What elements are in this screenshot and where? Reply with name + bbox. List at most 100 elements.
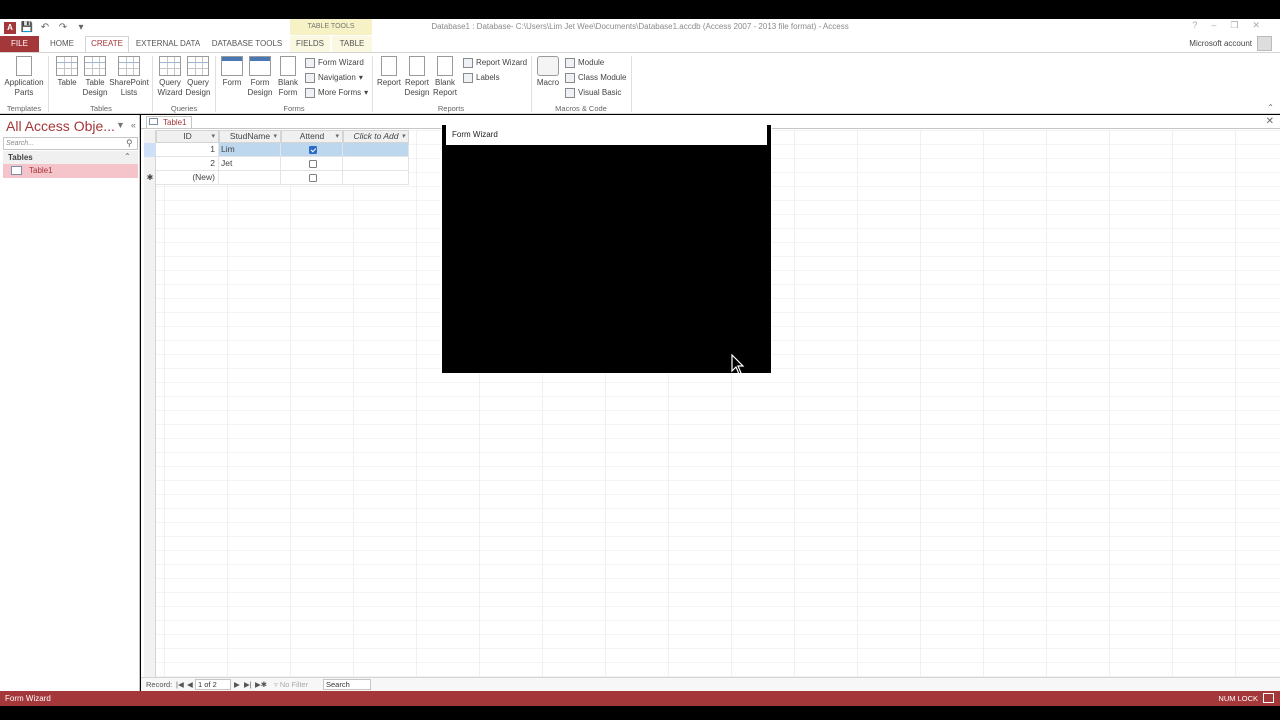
chevron-down-icon[interactable]: ▾ [335, 131, 339, 142]
record-selector[interactable] [144, 143, 156, 157]
column-header-click-to-add[interactable]: Click to Add ▾ [343, 130, 409, 143]
cell-new-id[interactable]: (New) [156, 171, 219, 185]
save-icon[interactable]: 💾 [20, 22, 34, 33]
class-module-button[interactable]: Class Module [565, 71, 626, 84]
nav-menu-icon[interactable]: ▼ [116, 120, 125, 130]
form-wizard-button[interactable]: Form Wizard [305, 56, 364, 69]
cell-studname[interactable]: Lim [219, 143, 281, 157]
form-design-icon [249, 56, 271, 76]
tab-database-tools[interactable]: DATABASE TOOLS [208, 36, 286, 52]
more-forms-button[interactable]: More Forms ▾ [305, 86, 368, 99]
customize-qat-icon[interactable]: ▾ [74, 22, 88, 33]
collapse-ribbon-icon[interactable]: ⌃ [1267, 103, 1274, 112]
labels-icon [463, 72, 473, 83]
cell-studname[interactable] [219, 171, 281, 185]
form-wizard-dialog[interactable] [441, 124, 772, 374]
report-design-button[interactable]: Report Design [403, 56, 431, 98]
new-record-icon[interactable]: ▶✱ [255, 680, 267, 689]
blank-report-button[interactable]: Blank Report [432, 56, 458, 98]
query-wizard-icon [159, 56, 181, 76]
chevron-down-icon[interactable]: ▾ [273, 131, 277, 142]
report-wizard-button[interactable]: Report Wizard [463, 56, 527, 69]
access-logo-icon: A [4, 21, 16, 34]
tab-create[interactable]: CREATE [85, 36, 129, 52]
record-search-input[interactable]: Search [323, 679, 371, 690]
group-separator [215, 56, 216, 112]
nav-group-tables[interactable]: Tables [3, 151, 138, 164]
column-header-id[interactable]: ID ▾ [156, 130, 219, 143]
help-button[interactable]: ? [1192, 20, 1197, 31]
query-design-button[interactable]: Query Design [185, 56, 211, 98]
cell-id[interactable]: 1 [156, 143, 219, 157]
cell-attend[interactable] [281, 171, 343, 185]
nav-pane-controls: ▼ « [116, 120, 136, 130]
avatar[interactable] [1257, 36, 1272, 51]
form-button[interactable]: Form [220, 56, 244, 88]
form-design-button[interactable]: Form Design [247, 56, 273, 98]
tab-fields[interactable]: FIELDS [290, 36, 330, 52]
restore-button[interactable]: ❐ [1230, 20, 1238, 31]
search-icon[interactable]: ⚲ [126, 138, 133, 149]
nav-item-table1[interactable]: Table1 [3, 164, 138, 178]
first-record-icon[interactable]: |◀ [176, 680, 184, 689]
blank-report-label: Blank Report [432, 78, 457, 97]
cell-empty[interactable] [343, 171, 409, 185]
cell-empty[interactable] [343, 157, 409, 171]
attend-checkbox[interactable] [309, 174, 317, 182]
form-wizard-label: Form Wizard [318, 58, 364, 67]
quick-access-toolbar: A 💾 ↶ ↷ ▾ [4, 19, 88, 36]
table-button[interactable]: Table [54, 56, 80, 88]
minimize-button[interactable]: – [1211, 20, 1216, 31]
cell-id[interactable]: 2 [156, 157, 219, 171]
undo-icon[interactable]: ↶ [38, 22, 52, 33]
module-button[interactable]: Module [565, 56, 604, 69]
tab-file[interactable]: FILE [0, 36, 39, 52]
shutter-bar-icon[interactable]: « [131, 120, 136, 130]
datasheet-view-icon[interactable] [1263, 693, 1274, 703]
attend-checkbox[interactable] [309, 146, 317, 154]
close-document-icon[interactable]: ✕ [1266, 116, 1274, 127]
application-parts-button[interactable]: Application Parts [4, 56, 44, 98]
chevron-down-icon[interactable]: ▾ [401, 131, 405, 142]
report-button[interactable]: Report [376, 56, 402, 88]
sharepoint-lists-button[interactable]: SharePoint Lists [109, 56, 149, 98]
no-filter-button[interactable]: ▿ No Filter [274, 680, 308, 689]
cell-attend[interactable] [281, 143, 343, 157]
last-record-icon[interactable]: ▶| [244, 680, 252, 689]
class-module-icon [565, 72, 575, 83]
report-icon [381, 56, 397, 76]
tab-home[interactable]: HOME [44, 36, 80, 52]
new-record-selector[interactable]: ✱ [144, 171, 156, 185]
chevron-down-icon[interactable]: ▾ [211, 131, 215, 142]
cell-empty[interactable] [343, 143, 409, 157]
table-design-button[interactable]: Table Design [82, 56, 108, 98]
column-header-attend[interactable]: Attend ▾ [281, 130, 343, 143]
cell-attend[interactable] [281, 157, 343, 171]
query-wizard-button[interactable]: Query Wizard [157, 56, 183, 98]
no-filter-label: No Filter [279, 680, 309, 689]
macro-button[interactable]: Macro [535, 56, 561, 88]
blank-form-button[interactable]: Blank Form [276, 56, 300, 98]
attend-checkbox[interactable] [309, 160, 317, 168]
current-record-field[interactable]: 1 of 2 [195, 679, 231, 690]
account-menu[interactable]: Microsoft account [1189, 36, 1252, 52]
cell-studname[interactable]: Jet [219, 157, 281, 171]
visual-basic-button[interactable]: Visual Basic [565, 86, 621, 99]
labels-button[interactable]: Labels [463, 71, 500, 84]
close-window-button[interactable]: ✕ [1252, 20, 1260, 31]
record-selector[interactable] [144, 157, 156, 171]
column-header-studname[interactable]: StudName ▾ [219, 130, 281, 143]
table-tools-context-header: TABLE TOOLS [290, 19, 372, 35]
visual-basic-icon [565, 87, 575, 98]
next-record-icon[interactable]: ▶ [234, 680, 240, 689]
nav-pane-title[interactable]: All Access Obje... [6, 118, 115, 134]
table-design-icon [84, 56, 106, 76]
navigation-button[interactable]: Navigation ▾ [305, 71, 363, 84]
tab-table[interactable]: TABLE [332, 36, 372, 52]
redo-icon[interactable]: ↷ [56, 22, 70, 33]
mouse-cursor-icon [731, 354, 745, 375]
nav-search-input[interactable]: Search... [3, 137, 138, 150]
previous-record-icon[interactable]: ◀ [187, 680, 193, 689]
collapse-group-icon[interactable]: ⌃ [124, 152, 131, 161]
tab-external-data[interactable]: EXTERNAL DATA [133, 36, 203, 52]
